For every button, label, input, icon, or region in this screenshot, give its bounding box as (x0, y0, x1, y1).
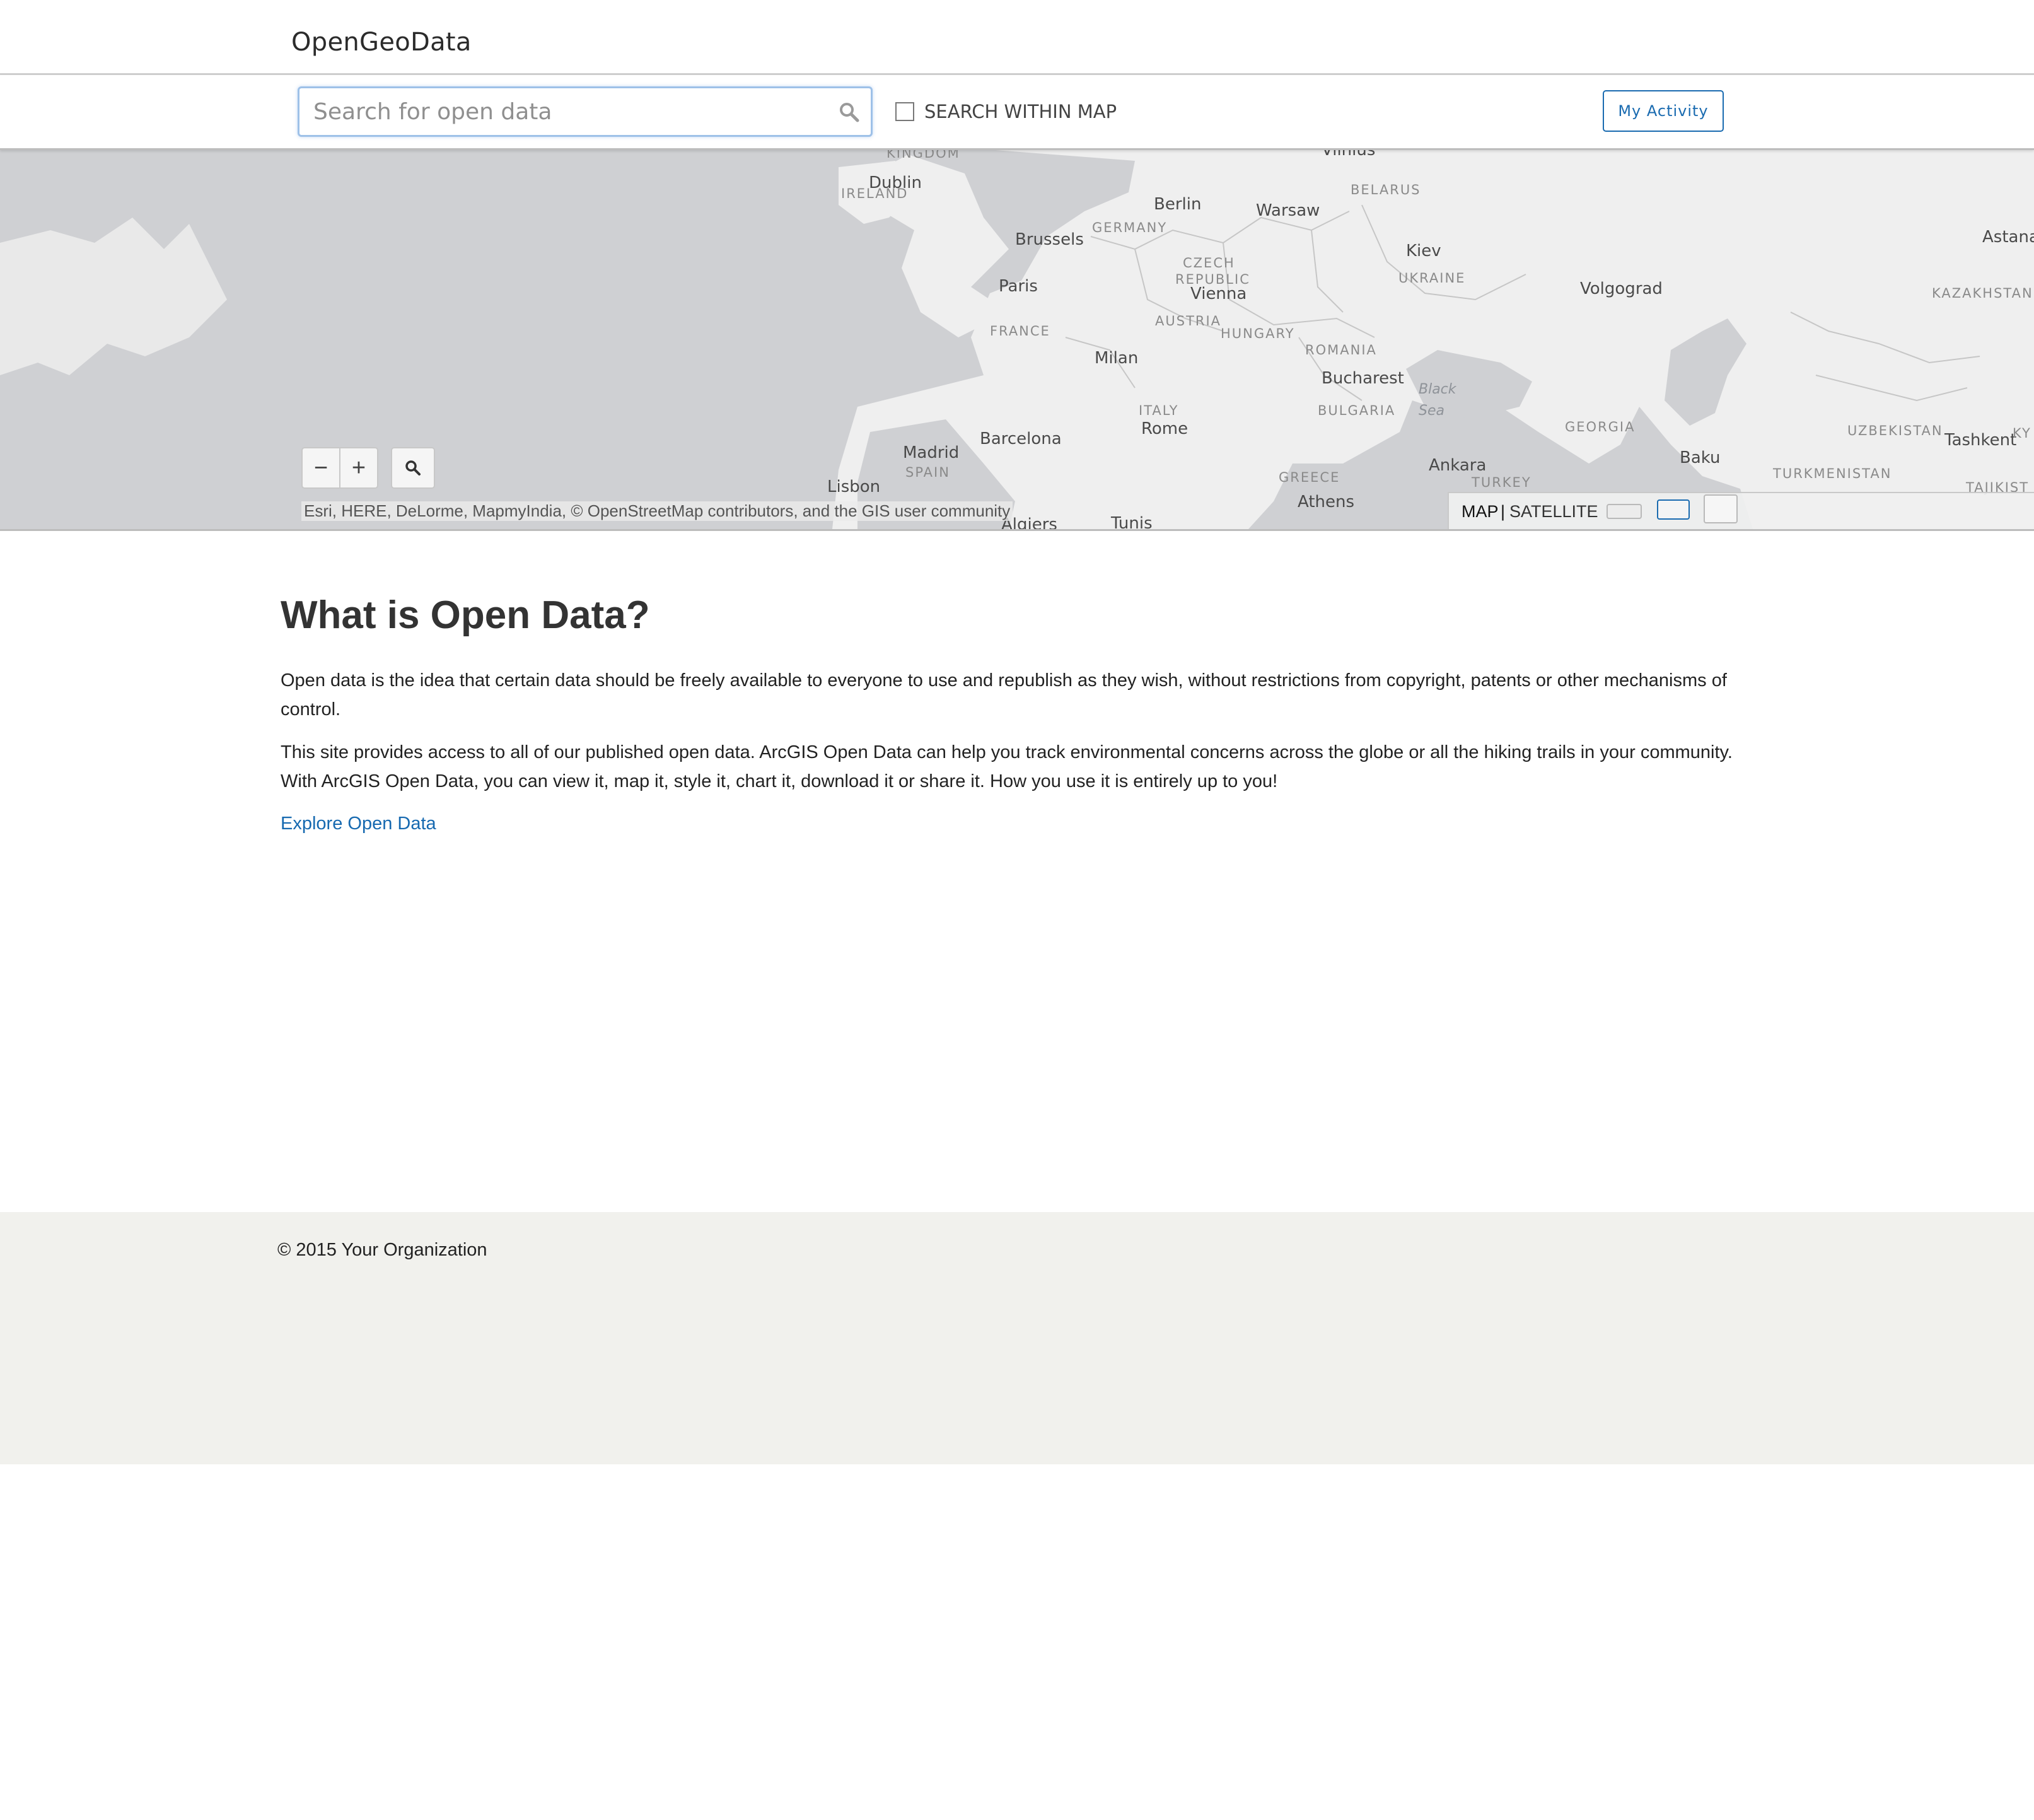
map-label: Rome (1141, 419, 1188, 438)
map-label: KINGDOM (886, 148, 960, 161)
map-label: Warsaw (1256, 201, 1320, 220)
map-search-button[interactable] (391, 447, 435, 489)
map-label: FRANCE (990, 324, 1050, 339)
map-label: Kiev (1406, 242, 1441, 260)
map-label: UZBEKISTAN (1847, 423, 1943, 438)
basemap-separator: | (1501, 502, 1506, 521)
basemap-switcher: MAP | SATELLITE (1448, 492, 2034, 529)
search-within-map-label: SEARCH WITHIN MAP (924, 101, 1117, 122)
top-header: OpenGeoData (0, 0, 2034, 75)
map-label: Sea (1419, 403, 1444, 419)
search-box[interactable] (298, 86, 873, 137)
map-label: ITALY (1139, 403, 1179, 418)
basemap-map-option[interactable]: MAP (1462, 502, 1499, 522)
map-label: TURKMENISTAN (1773, 466, 1892, 481)
map-label: SPAIN (905, 465, 950, 480)
map-label: Barcelona (980, 429, 1062, 448)
basemap-thumbnail-light[interactable] (1704, 494, 1738, 523)
map-label: Paris (999, 277, 1038, 296)
map-label: Black (1419, 382, 1456, 397)
map-label: Tunis (1111, 514, 1153, 531)
explore-open-data-link[interactable]: Explore Open Data (281, 814, 436, 834)
site-brand[interactable]: OpenGeoData (291, 28, 472, 57)
map-label: Ankara (1429, 456, 1487, 475)
map-label: GEORGIA (1565, 419, 1636, 435)
map-label: ROMANIA (1305, 342, 1377, 358)
map-label: HUNGARY (1221, 326, 1295, 341)
footer-copyright: © 2015 Your Organization (277, 1240, 487, 1260)
basemap-thumbnail-gray[interactable] (1607, 504, 1642, 519)
checkbox-icon[interactable] (895, 102, 914, 121)
basemap-satellite-option[interactable]: SATELLITE (1509, 502, 1598, 522)
map-label: BELARUS (1351, 182, 1421, 197)
map-label: KAZAKHSTAN (1932, 286, 2033, 301)
map-label: Berlin (1154, 195, 1202, 214)
my-activity-button[interactable]: My Activity (1603, 90, 1724, 132)
description-paragraph: This site provides access to all of our … (281, 742, 1733, 791)
map-label: Bucharest (1322, 369, 1404, 388)
map-label: Vienna (1190, 284, 1247, 303)
map-label: Athens (1298, 493, 1355, 511)
map-label: AUSTRIA (1155, 313, 1222, 329)
map-label: GREECE (1279, 470, 1340, 485)
map-label: GERMANY (1092, 220, 1168, 235)
map-label: BULGARIA (1318, 403, 1396, 418)
map-label: Dublin (869, 173, 922, 192)
search-within-map-toggle[interactable]: SEARCH WITHIN MAP (895, 100, 1117, 123)
intro-paragraph: Open data is the idea that certain data … (281, 670, 1727, 720)
map-label: TURKEY (1472, 475, 1531, 490)
search-icon[interactable] (838, 101, 861, 124)
map-label: Lisbon (827, 477, 881, 496)
zoom-in-button[interactable]: + (339, 448, 377, 487)
map-label: Tashkent (1944, 431, 2017, 450)
footer: © 2015 Your Organization (0, 1212, 2034, 1464)
page-title: What is Open Data? (281, 593, 650, 637)
map-label: Madrid (903, 443, 960, 462)
zoom-out-button[interactable]: − (303, 448, 339, 487)
search-bar: SEARCH WITHIN MAP My Activity (0, 75, 2034, 150)
map-label: Astana (1982, 228, 2034, 247)
map-label: Milan (1095, 349, 1139, 368)
map-label: Brussels (1015, 230, 1084, 249)
map-attribution: Esri, HERE, DeLorme, MapmyIndia, © OpenS… (301, 501, 1013, 521)
map-label: UKRAINE (1398, 271, 1466, 286)
search-icon (405, 460, 421, 475)
zoom-controls: − + (301, 447, 378, 489)
map-label: KY (2013, 426, 2031, 441)
search-input[interactable] (313, 88, 818, 135)
main-content: What is Open Data? Open data is the idea… (281, 593, 1743, 791)
map-label: Baku (1680, 448, 1721, 467)
basemap-thumbnail-selected[interactable] (1657, 499, 1690, 520)
map-view[interactable]: KINGDOM Vilnius IRELAND Dublin BELARUS B… (0, 148, 2034, 531)
map-label: CZECH (1183, 255, 1235, 271)
map-label: Volgograd (1580, 279, 1663, 298)
